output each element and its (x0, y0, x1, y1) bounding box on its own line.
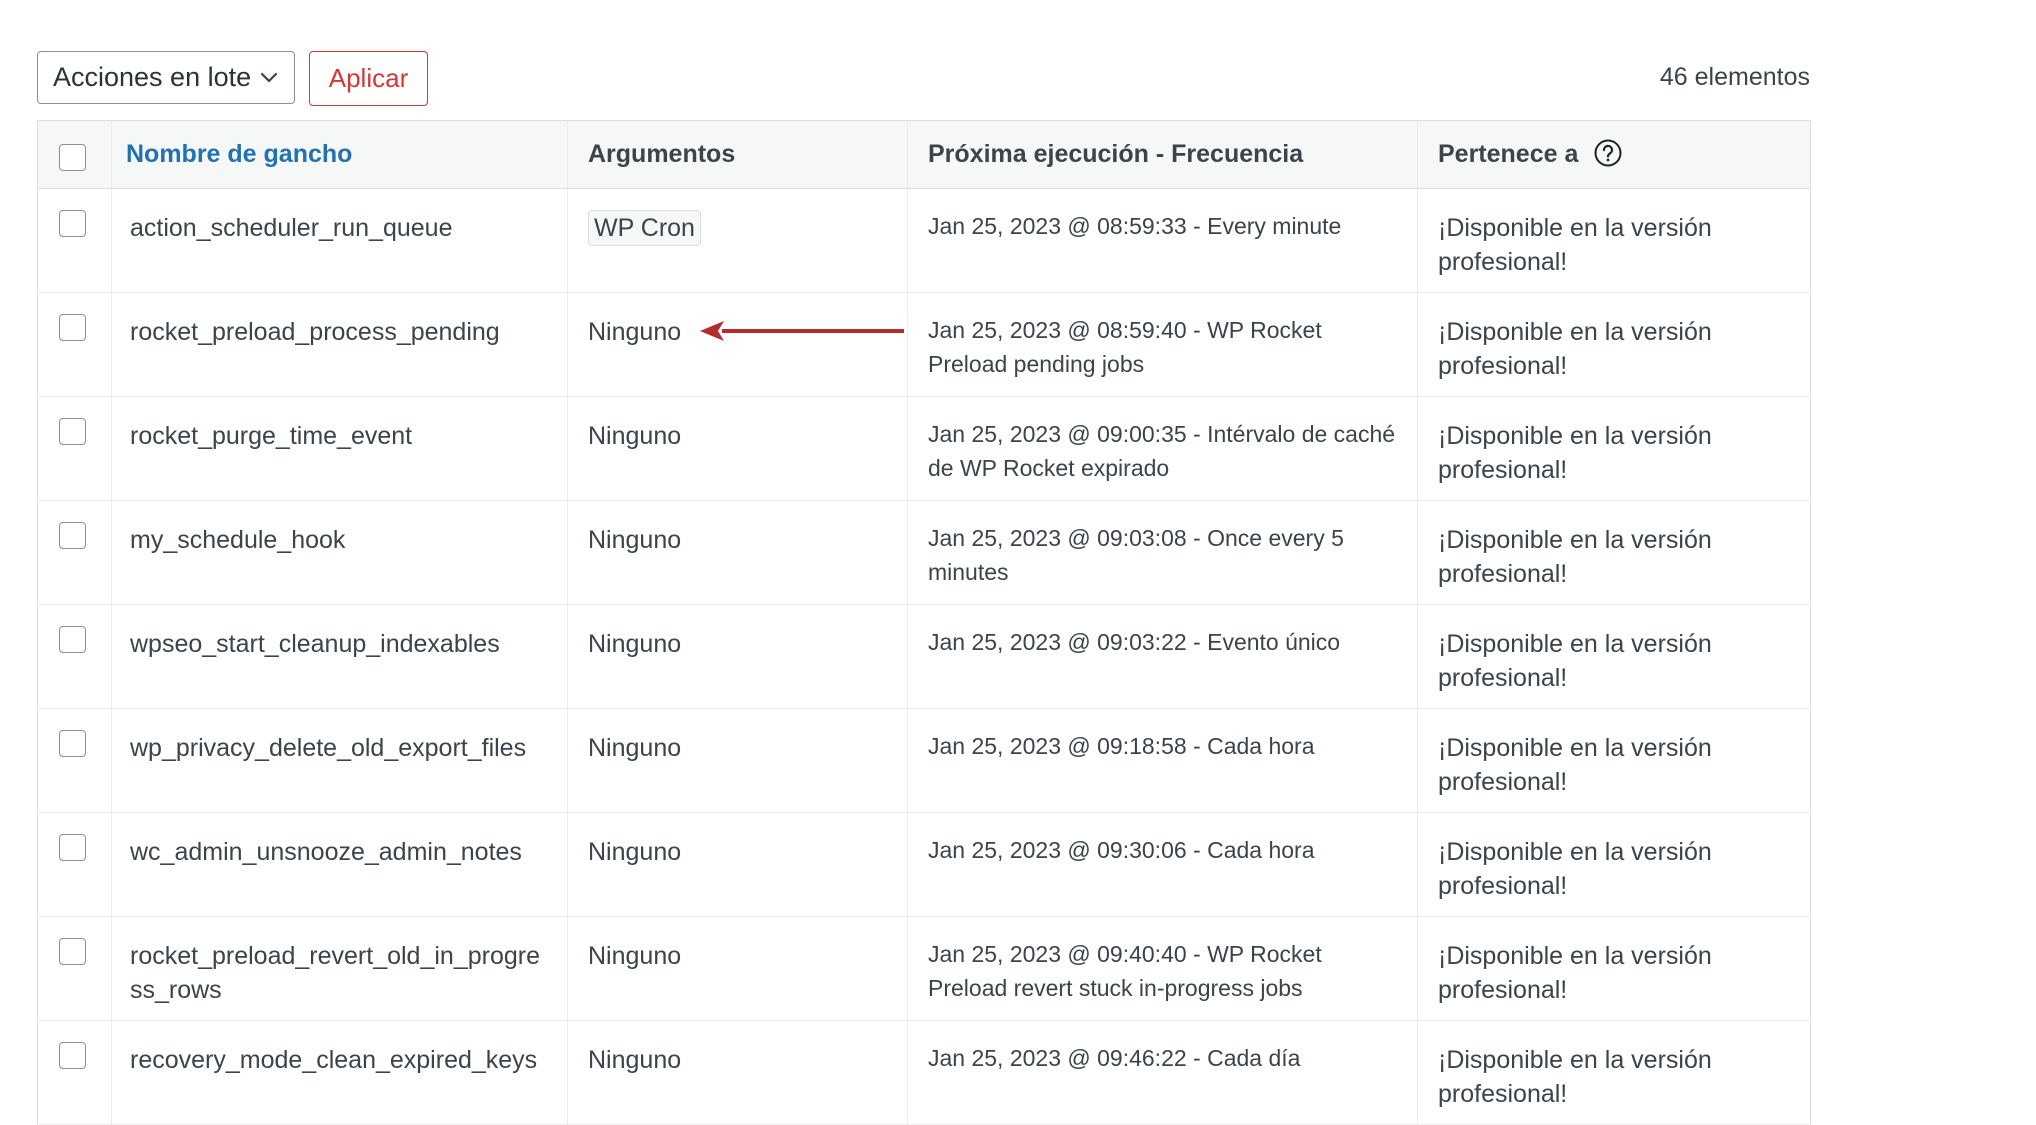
row-checkbox[interactable] (59, 522, 86, 549)
row-checkbox[interactable] (59, 626, 86, 653)
table-row: rocket_preload_process_pending Ninguno J… (37, 292, 1811, 397)
next-run-cell: Jan 25, 2023 @ 09:00:35 - Intérvalo de c… (907, 396, 1418, 501)
next-run-cell: Jan 25, 2023 @ 09:30:06 - Cada hora (907, 812, 1418, 917)
arguments-cell: Ninguno (567, 292, 908, 397)
row-checkbox[interactable] (59, 1042, 86, 1069)
hook-name: rocket_purge_time_event (111, 396, 568, 501)
row-checkbox[interactable] (59, 314, 86, 341)
hook-name: wc_admin_unsnooze_admin_notes (111, 812, 568, 917)
belongs-to-cell: ¡Disponible en la versión profesional! (1417, 1020, 1811, 1125)
table-row: wp_privacy_delete_old_export_files Ningu… (37, 708, 1811, 813)
select-all-checkbox[interactable] (59, 144, 86, 171)
hook-name: rocket_preload_revert_old_in_progress_ro… (111, 916, 568, 1021)
hook-name: wp_privacy_delete_old_export_files (111, 708, 568, 813)
next-run-cell: Jan 25, 2023 @ 08:59:33 - Every minute (907, 188, 1418, 293)
arguments-cell: Ninguno (567, 708, 908, 813)
arguments-cell: WP Cron (567, 188, 908, 293)
table-toolbar: Acciones en lote Aplicar 46 elementos (37, 51, 1810, 106)
hook-name: recovery_mode_clean_expired_keys (111, 1020, 568, 1125)
cron-events-table: Nombre de gancho Argumentos Próxima ejec… (37, 120, 1811, 1125)
table-row: recovery_mode_clean_expired_keys Ninguno… (37, 1020, 1811, 1125)
column-header-arguments: Argumentos (567, 120, 908, 189)
next-run-cell: Jan 25, 2023 @ 09:18:58 - Cada hora (907, 708, 1418, 813)
belongs-to-label: Pertenece a (1438, 140, 1579, 168)
red-arrow-icon (700, 321, 904, 341)
argument-tag: WP Cron (588, 210, 701, 246)
next-run-cell: Jan 25, 2023 @ 08:59:40 - WP Rocket Prel… (907, 292, 1418, 397)
hook-name: rocket_preload_process_pending (111, 292, 568, 397)
row-checkbox[interactable] (59, 834, 86, 861)
belongs-to-cell: ¡Disponible en la versión profesional! (1417, 188, 1811, 293)
bulk-actions-label: Acciones en lote (53, 62, 252, 92)
table-row: rocket_purge_time_event Ninguno Jan 25, … (37, 396, 1811, 501)
table-row: action_scheduler_run_queue WP Cron Jan 2… (37, 188, 1811, 293)
column-header-hook[interactable]: Nombre de gancho (111, 120, 568, 189)
belongs-to-cell: ¡Disponible en la versión profesional! (1417, 604, 1811, 709)
table-row: rocket_preload_revert_old_in_progress_ro… (37, 916, 1811, 1021)
belongs-to-cell: ¡Disponible en la versión profesional! (1417, 812, 1811, 917)
table-row: wpseo_start_cleanup_indexables Ninguno J… (37, 604, 1811, 709)
row-checkbox[interactable] (59, 418, 86, 445)
next-run-cell: Jan 25, 2023 @ 09:03:08 - Once every 5 m… (907, 500, 1418, 605)
hook-name: action_scheduler_run_queue (111, 188, 568, 293)
table-header-row: Nombre de gancho Argumentos Próxima ejec… (37, 120, 1811, 189)
row-checkbox[interactable] (59, 210, 86, 237)
next-run-cell: Jan 25, 2023 @ 09:40:40 - WP Rocket Prel… (907, 916, 1418, 1021)
column-header-belongs-to: Pertenece a (1417, 120, 1811, 189)
next-run-cell: Jan 25, 2023 @ 09:03:22 - Evento único (907, 604, 1418, 709)
table-row: my_schedule_hook Ninguno Jan 25, 2023 @ … (37, 500, 1811, 605)
arguments-cell: Ninguno (567, 812, 908, 917)
next-run-cell: Jan 25, 2023 @ 09:46:22 - Cada día (907, 1020, 1418, 1125)
column-header-next-run: Próxima ejecución - Frecuencia (907, 120, 1418, 189)
hook-name: my_schedule_hook (111, 500, 568, 605)
table-row: wc_admin_unsnooze_admin_notes Ninguno Ja… (37, 812, 1811, 917)
apply-button[interactable]: Aplicar (309, 51, 428, 106)
belongs-to-cell: ¡Disponible en la versión profesional! (1417, 708, 1811, 813)
arguments-cell: Ninguno (567, 916, 908, 1021)
belongs-to-cell: ¡Disponible en la versión profesional! (1417, 396, 1811, 501)
belongs-to-cell: ¡Disponible en la versión profesional! (1417, 292, 1811, 397)
row-checkbox[interactable] (59, 730, 86, 757)
question-circle-icon[interactable] (1593, 138, 1623, 168)
arguments-cell: Ninguno (567, 500, 908, 605)
belongs-to-cell: ¡Disponible en la versión profesional! (1417, 500, 1811, 605)
arguments-cell: Ninguno (567, 604, 908, 709)
select-all-cell (37, 120, 112, 189)
arguments-cell: Ninguno (567, 396, 908, 501)
item-count: 46 elementos (1659, 63, 1810, 91)
arguments-cell: Ninguno (567, 1020, 908, 1125)
hook-name: wpseo_start_cleanup_indexables (111, 604, 568, 709)
bulk-actions-select[interactable]: Acciones en lote (37, 51, 295, 104)
chevron-down-icon (260, 72, 278, 83)
belongs-to-cell: ¡Disponible en la versión profesional! (1417, 916, 1811, 1021)
row-checkbox[interactable] (59, 938, 86, 965)
